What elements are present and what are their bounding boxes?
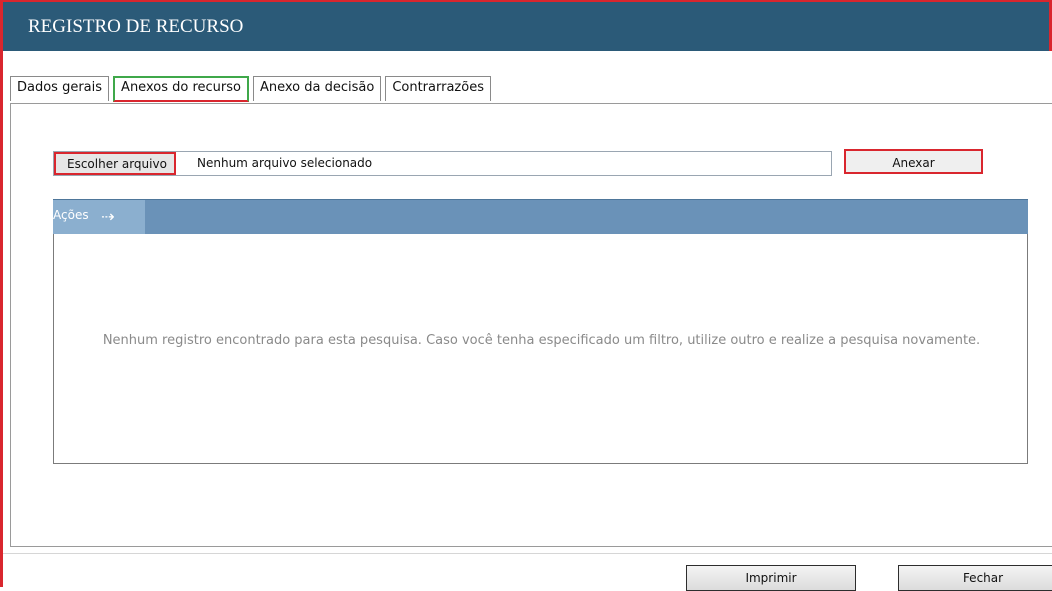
window-title: REGISTRO DE RECURSO [28,16,244,37]
tab-anexo-da-decisao[interactable]: Anexo da decisão [252,76,382,101]
choose-file-button[interactable]: Escolher arquivo [54,152,176,175]
empty-results-message: Nenhum registro encontrado para esta pes… [102,333,981,348]
grid-header: Ações ⇢ [53,199,1028,234]
footer-divider [3,553,1052,554]
tab-anexos-do-recurso[interactable]: Anexos do recurso [113,76,249,102]
file-input[interactable]: Escolher arquivo Nenhum arquivo selecion… [53,151,832,176]
tab-bar: Dados gerais Anexos do recurso Anexo da … [10,76,491,104]
window-titlebar: REGISTRO DE RECURSO [3,2,1052,51]
actions-column-header[interactable]: Ações ⇢ [53,200,145,234]
actions-label: Ações [53,208,89,222]
print-button[interactable]: Imprimir [686,565,856,591]
arrow-right-icon[interactable]: ⇢ [101,209,125,225]
results-grid: Nenhum registro encontrado para esta pes… [53,234,1028,464]
close-button[interactable]: Fechar [898,565,1052,591]
attach-button[interactable]: Anexar [844,149,983,174]
file-status-text: Nenhum arquivo selecionado [197,156,373,170]
tab-contrarrazoes[interactable]: Contrarrazões [385,76,491,101]
tab-dados-gerais[interactable]: Dados gerais [10,76,110,101]
